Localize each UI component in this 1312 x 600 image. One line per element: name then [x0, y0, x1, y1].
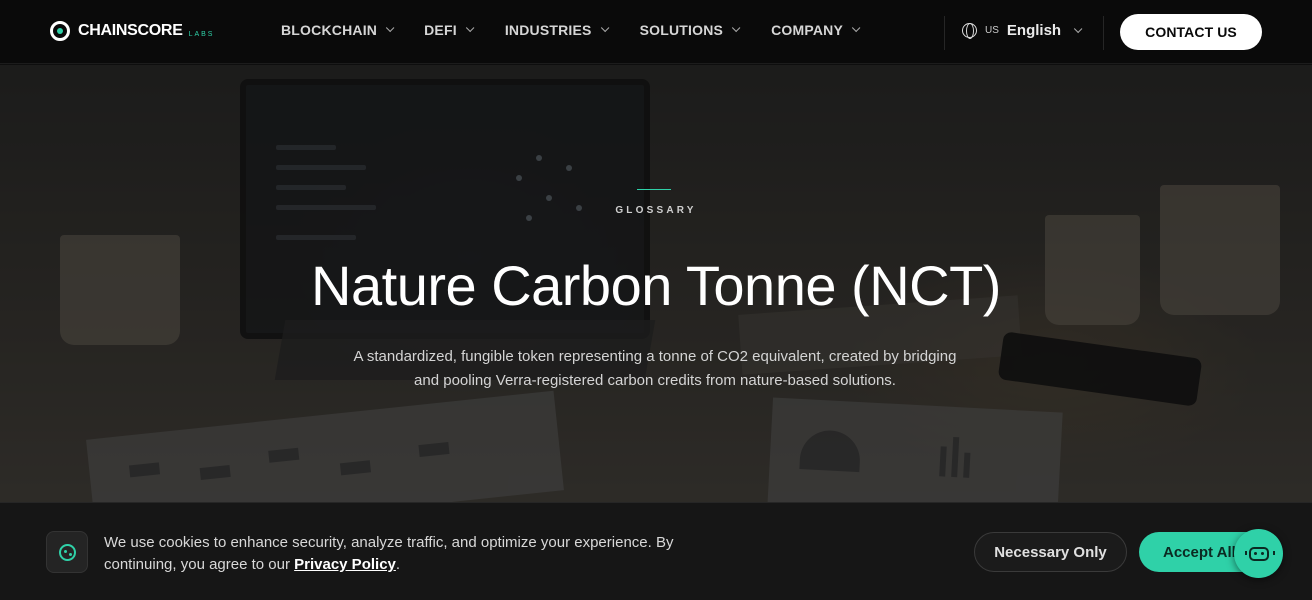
- top-navigation: CHAINSCORE LABS BLOCKCHAIN DEFI INDUSTRI…: [0, 0, 1312, 64]
- chevron-down-icon: [731, 23, 741, 33]
- chevron-down-icon: [600, 23, 609, 33]
- menu-item-solutions[interactable]: SOLUTIONS: [639, 22, 741, 38]
- cookie-message: We use cookies to enhance security, anal…: [104, 532, 724, 576]
- chainscore-logo-icon: [50, 21, 70, 41]
- cookie-consent-bar: We use cookies to enhance security, anal…: [0, 502, 1312, 600]
- chatbot-launcher-button[interactable]: [1234, 529, 1283, 578]
- logo-subtext: LABS: [188, 30, 215, 38]
- cookie-message-end: .: [395, 556, 401, 573]
- menu-item-company[interactable]: COMPANY: [771, 22, 861, 38]
- language-name: English: [1006, 22, 1062, 39]
- chevron-down-icon: [465, 23, 475, 33]
- necessary-only-button[interactable]: Necessary Only: [974, 532, 1127, 572]
- menu-item-industries[interactable]: INDUSTRIES: [504, 22, 609, 38]
- page-title: Nature Carbon Tonne (NCT): [311, 254, 1001, 317]
- robot-icon: [1244, 546, 1275, 561]
- hero-section: GLOSSARY Nature Carbon Tonne (NCT) A sta…: [0, 65, 1312, 502]
- menu-item-defi[interactable]: DEFI: [424, 22, 475, 38]
- menu-item-label: BLOCKCHAIN: [281, 22, 378, 38]
- chevron-down-icon: [851, 23, 861, 33]
- menu-item-label: COMPANY: [771, 22, 844, 38]
- main-menu: BLOCKCHAIN DEFI INDUSTRIES SOLUTIONS COM…: [281, 22, 861, 38]
- hero-eyebrow: GLOSSARY: [615, 205, 697, 216]
- privacy-policy-link[interactable]: Privacy Policy: [294, 556, 396, 573]
- globe-icon: [962, 23, 977, 39]
- language-selector[interactable]: US English: [962, 22, 1083, 39]
- menu-item-label: SOLUTIONS: [639, 22, 724, 38]
- chevron-down-icon: [1073, 24, 1083, 33]
- logo-text: CHAINSCORE: [78, 22, 183, 39]
- nav-divider: [944, 16, 945, 50]
- eyebrow-accent-line: [637, 189, 671, 190]
- hero-subtitle: A standardized, fungible token represent…: [353, 348, 957, 389]
- menu-item-blockchain[interactable]: BLOCKCHAIN: [281, 22, 395, 38]
- language-code: US: [985, 25, 999, 36]
- menu-item-label: DEFI: [424, 22, 457, 38]
- menu-item-label: INDUSTRIES: [504, 22, 592, 38]
- contact-us-button[interactable]: CONTACT US: [1120, 14, 1262, 50]
- chevron-down-icon: [385, 23, 395, 33]
- chainscore-logo[interactable]: CHAINSCORE LABS: [50, 21, 214, 41]
- nav-divider: [1103, 16, 1104, 50]
- cookie-icon: [46, 531, 88, 573]
